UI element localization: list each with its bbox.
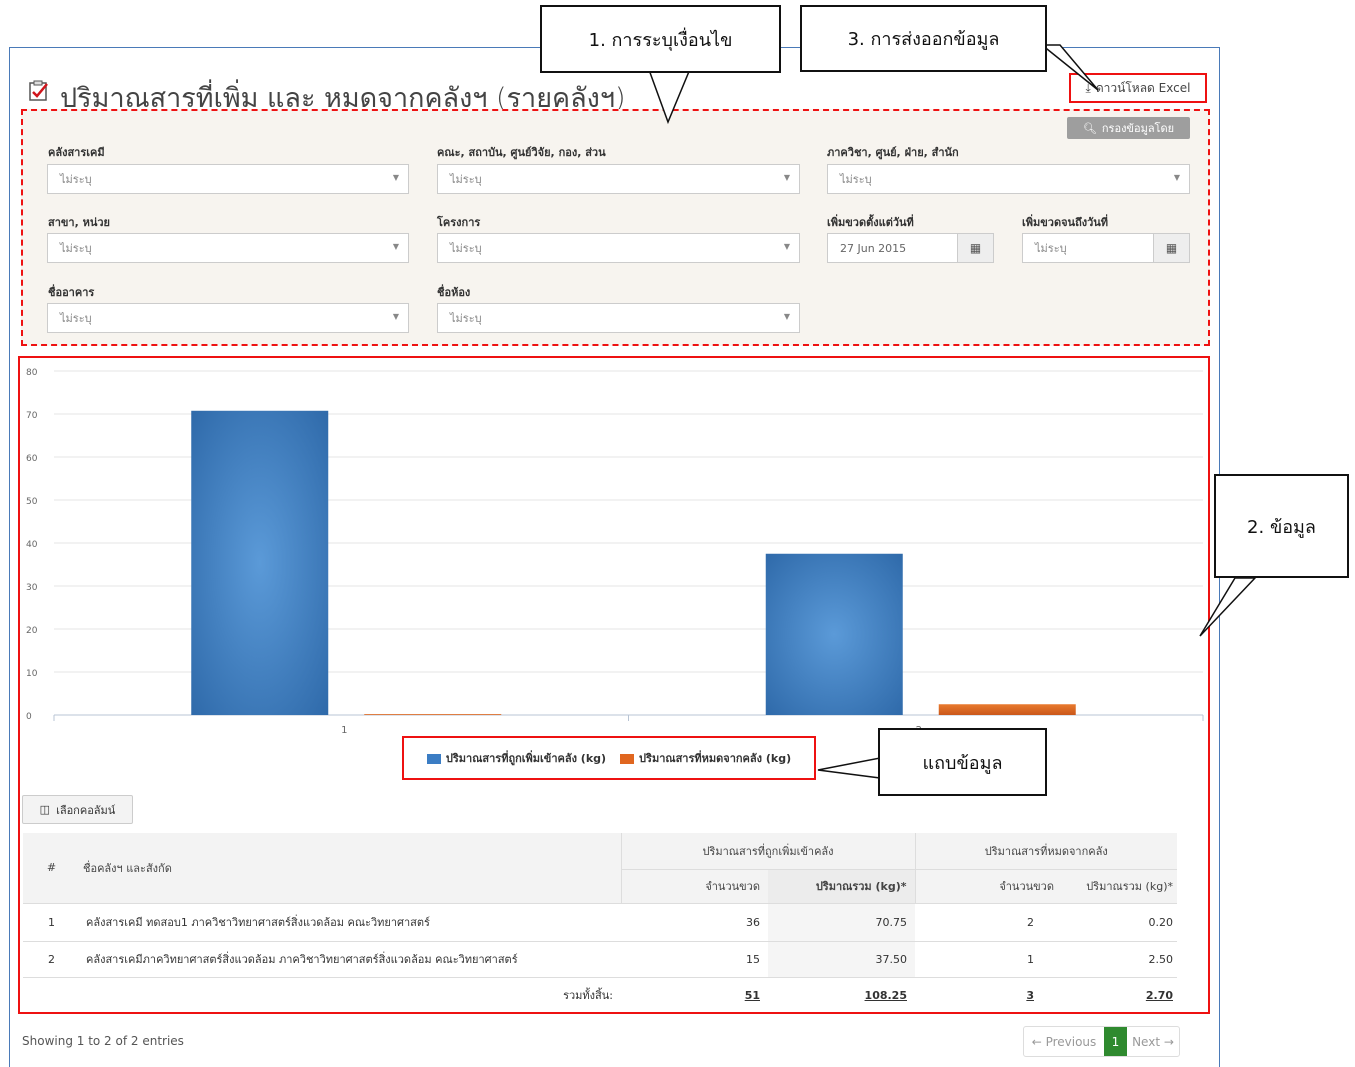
- callout-pointers: [638, 44, 1257, 779]
- callout-data: 2. ข้อมูล: [1214, 474, 1349, 578]
- callout-pointer-legend: [817, 757, 881, 779]
- callout-pointer-export: [1039, 44, 1099, 91]
- callout-legend: แถบข้อมูล: [878, 728, 1047, 796]
- callout-pointer-data: [1199, 577, 1257, 637]
- callout-export: 3. การส่งออกข้อมูล: [800, 5, 1047, 72]
- callout-criteria: 1. การระบุเงื่อนไข: [540, 5, 781, 73]
